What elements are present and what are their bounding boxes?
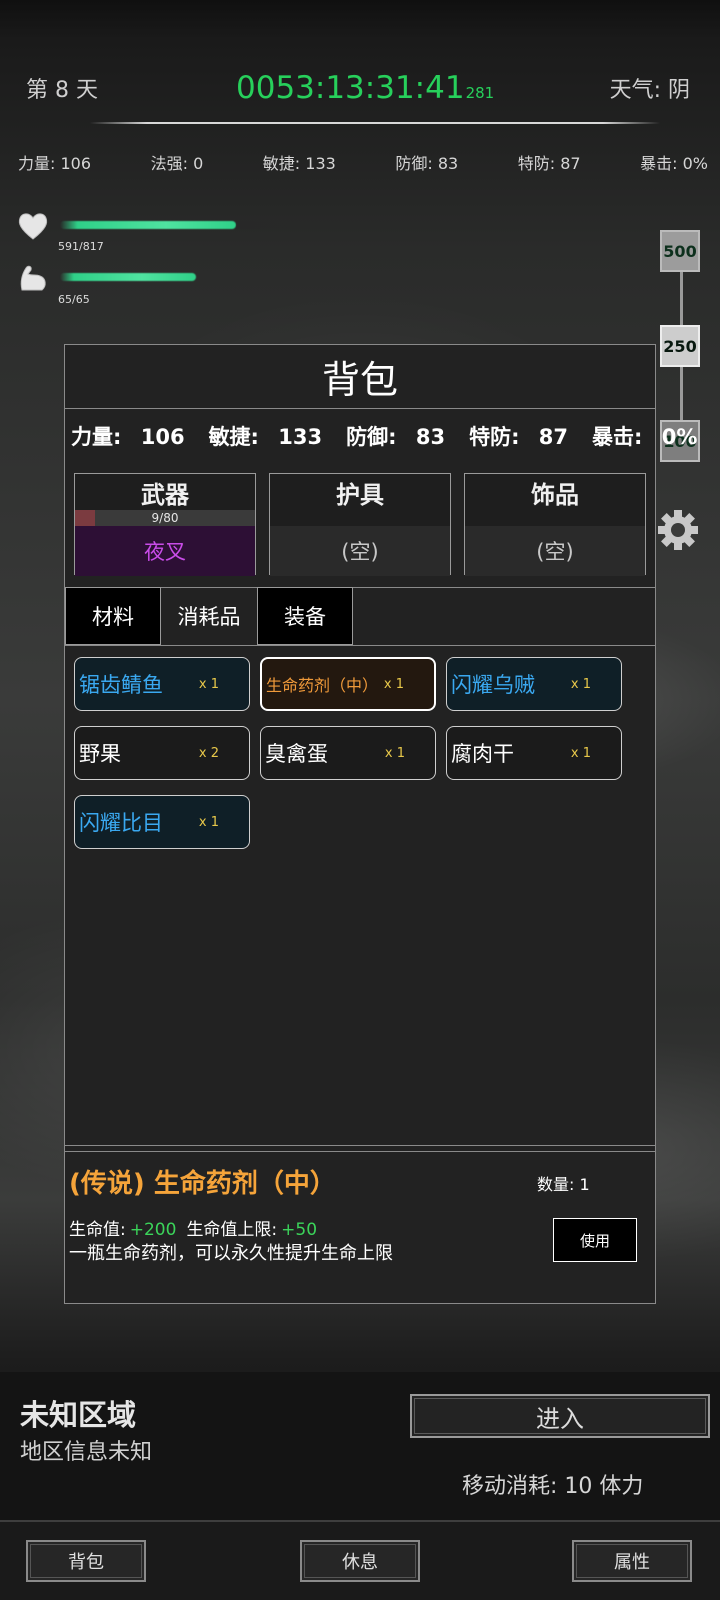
arm-icon [16, 262, 50, 294]
gear-icon[interactable] [656, 508, 700, 552]
attr-hp-value: +200 [129, 1220, 177, 1240]
enter-button[interactable]: 进入 [410, 1394, 710, 1438]
stat-agility: 敏捷: 133 [262, 154, 336, 173]
item-qty: x 1 [570, 745, 591, 761]
weapon-slot[interactable]: 武器 9/80 夜叉 [74, 473, 256, 576]
backpack-panel: 背包 力量: 106 敏捷: 133 防御: 83 特防: 87 暴击: 0% 武器 9… [64, 344, 697, 1304]
item-qty: x 1 [570, 676, 591, 692]
panel-stats: 力量: 106 敏捷: 133 防御: 83 特防: 87 暴击: 0% [71, 421, 709, 451]
zoom-500-button[interactable]: 500 [660, 230, 700, 272]
panel-stat-defense: 防御: 83 [346, 425, 446, 449]
item-qty: x 2 [198, 745, 219, 761]
stamina-text: 65/65 [58, 293, 90, 306]
weapon-name: 夜叉 [75, 526, 255, 576]
day-counter: 第 8 天 [26, 78, 98, 103]
detail-divider [65, 1145, 655, 1146]
weapon-slot-title: 武器 [141, 480, 189, 509]
armor-value: (空) [270, 526, 450, 576]
detail-description: 一瓶生命药剂，可以永久性提升生命上限 [69, 1243, 393, 1264]
tab-equipment[interactable]: 装备 [257, 587, 353, 645]
inventory-item[interactable]: 锯齿鲭鱼 x 1 [74, 657, 250, 711]
inventory-item[interactable]: 臭禽蛋 x 1 [260, 726, 436, 780]
item-name: 腐肉干 [451, 742, 514, 766]
inventory-item[interactable]: 闪耀乌贼 x 1 [446, 657, 622, 711]
use-button[interactable]: 使用 [553, 1218, 637, 1262]
stat-magic-defense: 特防: 87 [517, 154, 581, 173]
nav-rest-button[interactable]: 休息 [300, 1540, 420, 1582]
panel-stat-strength: 力量: 106 [71, 425, 185, 449]
tab-materials[interactable]: 材料 [65, 587, 161, 645]
hp-bar [60, 221, 236, 229]
stat-crit: 暴击: 0% [640, 154, 708, 173]
accessory-slot[interactable]: 饰品 (空) [464, 473, 646, 576]
nav-attributes-button[interactable]: 属性 [572, 1540, 692, 1582]
accessory-slot-title: 饰品 [531, 480, 579, 509]
item-qty: x 1 [384, 745, 405, 761]
stamina-bar [60, 273, 196, 281]
weather-label: 天气: 阴 [609, 78, 690, 103]
heart-icon [16, 210, 50, 242]
stat-defense: 防御: 83 [395, 154, 459, 173]
hp-text: 591/817 [58, 240, 104, 253]
item-name: 闪耀比目 [79, 811, 163, 835]
panel-stat-magic-defense: 特防: 87 [469, 425, 569, 449]
item-qty: x 1 [198, 676, 219, 692]
detail-attributes: 生命值: +200 生命值上限: +50 [69, 1215, 327, 1240]
tab-consumables[interactable]: 消耗品 [161, 587, 257, 645]
panel-title: 背包 [65, 345, 655, 409]
panel-stat-crit: 暴击: 0% [592, 425, 698, 449]
stat-magic: 法强: 0 [150, 154, 204, 173]
weapon-durability-bar: 9/80 [75, 510, 255, 526]
item-qty: x 1 [383, 676, 404, 692]
attr-maxhp-value: +50 [281, 1220, 318, 1240]
weapon-durability-text: 9/80 [151, 511, 179, 525]
item-qty: x 1 [198, 814, 219, 830]
accessory-value: (空) [465, 526, 645, 576]
region-name: 未知区域 [20, 1398, 137, 1432]
header-divider [90, 122, 660, 124]
inventory-item-selected[interactable]: 生命药剂（中） x 1 [260, 657, 436, 711]
move-cost: 移动消耗: 10 体力 [462, 1474, 644, 1499]
armor-slot[interactable]: 护具 (空) [269, 473, 451, 576]
region-info: 地区信息未知 [20, 1440, 153, 1465]
tabs-bottom-divider [65, 645, 655, 646]
zoom-250-button[interactable]: 250 [660, 325, 700, 367]
item-name: 锯齿鲭鱼 [79, 673, 163, 697]
item-name: 生命药剂（中） [266, 676, 379, 695]
attr-maxhp-label: 生命值上限: [186, 1220, 278, 1240]
timer-main: 0053:13:31:41 [236, 70, 465, 106]
inventory-item[interactable]: 野果 x 2 [74, 726, 250, 780]
item-name: 闪耀乌贼 [451, 673, 535, 697]
timer-ms: 281 [465, 84, 495, 102]
detail-divider-2 [65, 1151, 655, 1152]
detail-quantity: 数量: 1 [537, 1175, 590, 1194]
inventory-item[interactable]: 闪耀比目 x 1 [74, 795, 250, 849]
item-name: 臭禽蛋 [265, 742, 328, 766]
attr-hp-label: 生命值: [69, 1220, 126, 1240]
inventory-item[interactable]: 腐肉干 x 1 [446, 726, 622, 780]
stats-row: 力量: 106 法强: 0 敏捷: 133 防御: 83 特防: 87 暴击: … [18, 150, 708, 174]
panel-stat-agility: 敏捷: 133 [208, 425, 323, 449]
stat-strength: 力量: 106 [18, 154, 92, 173]
item-name: 野果 [79, 742, 121, 766]
armor-slot-title: 护具 [336, 480, 384, 509]
hp-bar-empty [236, 221, 326, 229]
game-timer: 0053:13:31:41281 [236, 70, 494, 106]
detail-item-title: (传说) 生命药剂（中） [69, 1169, 336, 1199]
nav-backpack-button[interactable]: 背包 [26, 1540, 146, 1582]
